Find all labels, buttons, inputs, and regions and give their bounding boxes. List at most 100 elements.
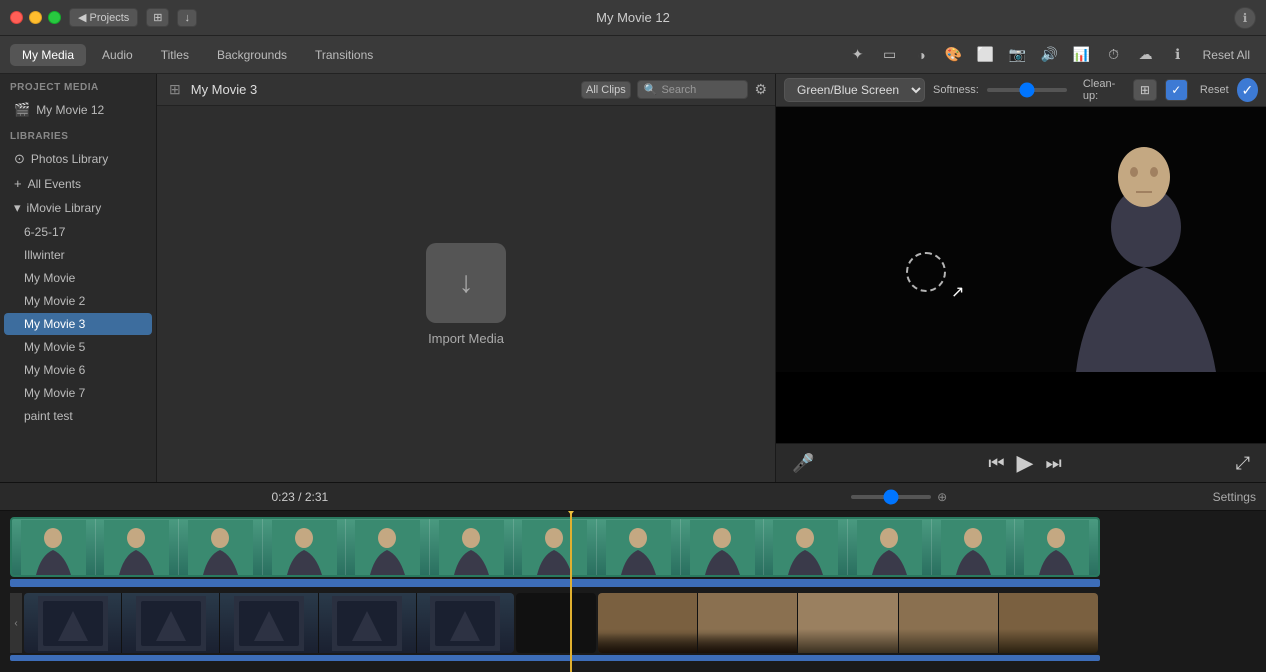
- broll-scroll-left[interactable]: ‹: [10, 593, 22, 653]
- sidebar-item-my-movie-5[interactable]: My Movie 5: [4, 336, 152, 358]
- libraries-title: LIBRARIES: [0, 123, 156, 146]
- rect-icon[interactable]: ▭: [877, 42, 903, 68]
- blob-icon[interactable]: ☁: [1133, 42, 1159, 68]
- broll-section-2[interactable]: [598, 593, 1098, 653]
- sidebar-item-illwinter[interactable]: Illwinter: [4, 244, 152, 266]
- skip-back-button[interactable]: ⏮: [988, 453, 1004, 474]
- project-media-title: PROJECT MEDIA: [0, 74, 156, 97]
- titlebar-left-controls: ◀ Projects ⊞ ↓: [69, 8, 197, 27]
- info-button[interactable]: ℹ: [1234, 7, 1256, 29]
- download-button[interactable]: ↓: [177, 9, 197, 27]
- maximize-button[interactable]: [48, 11, 61, 24]
- playhead-marker: [565, 511, 577, 515]
- media-panel: ⊞ My Movie 3 All Clips 🔍 ⚙ ↓ Import Medi…: [157, 74, 776, 482]
- reset-button[interactable]: Reset: [1200, 84, 1229, 96]
- volume-icon[interactable]: 🔊: [1037, 42, 1063, 68]
- sidebar-mymovie6-label: My Movie 6: [24, 363, 85, 377]
- sidebar-mymovie7-label: My Movie 7: [24, 386, 85, 400]
- playback-controls: 🎤 ⏮ ▶ ⏭ ⤢: [776, 443, 1266, 482]
- sidebar-mymovie5-label: My Movie 5: [24, 340, 85, 354]
- sidebar-item-all-events[interactable]: + All Events: [4, 172, 152, 195]
- video-selection-bar: [10, 579, 1100, 587]
- clips-dropdown[interactable]: All Clips: [581, 81, 631, 99]
- keyer-bar: Green/Blue Screen Softness: Clean-up: ⊞ …: [776, 74, 1266, 107]
- sidebar-item-my-movie-3[interactable]: My Movie 3: [4, 313, 152, 335]
- confirm-button[interactable]: ✓: [1237, 78, 1258, 102]
- window-title: My Movie 12: [596, 10, 670, 25]
- media-panel-title: My Movie 3: [191, 82, 257, 97]
- import-media-button[interactable]: ↓: [426, 243, 506, 323]
- crop-icon[interactable]: ⬜: [973, 42, 999, 68]
- preview-video-frame: [776, 107, 1266, 372]
- playhead: [570, 511, 572, 672]
- gear-icon[interactable]: ⚙: [754, 81, 767, 98]
- close-button[interactable]: [10, 11, 23, 24]
- video-track-row: [10, 517, 1266, 587]
- sidebar-events-label: All Events: [28, 177, 81, 191]
- softness-label: Softness:: [933, 84, 979, 96]
- cleanup-label: Clean-up:: [1083, 78, 1125, 102]
- wand-icon[interactable]: ✦: [845, 42, 871, 68]
- settings-button[interactable]: Settings: [1213, 490, 1256, 504]
- window-controls: [10, 11, 61, 24]
- broll-section-1[interactable]: [24, 593, 514, 653]
- sidebar-item-my-movie-6[interactable]: My Movie 6: [4, 359, 152, 381]
- sidebar-toggle-button[interactable]: ⊞: [165, 81, 185, 98]
- sidebar-item-imovie-library[interactable]: ▾ iMovie Library: [4, 196, 152, 220]
- timecode-current: 0:23: [271, 490, 294, 504]
- sidebar-625-label: 6-25-17: [24, 225, 65, 239]
- media-header: ⊞ My Movie 3 All Clips 🔍 ⚙: [157, 74, 775, 106]
- clock-icon[interactable]: ⏱: [1101, 42, 1127, 68]
- tab-transitions[interactable]: Transitions: [303, 44, 385, 66]
- cleanup-button-1[interactable]: ⊞: [1133, 79, 1156, 101]
- info-tool-icon[interactable]: ℹ: [1165, 42, 1191, 68]
- video-preview: ↗: [776, 107, 1266, 443]
- main-area: PROJECT MEDIA 🎬 My Movie 12 LIBRARIES ⊙ …: [0, 74, 1266, 482]
- minimize-button[interactable]: [29, 11, 42, 24]
- skip-forward-button[interactable]: ⏭: [1045, 453, 1061, 474]
- broll-gap: [516, 593, 596, 653]
- cleanup-grid-icon: ⊞: [1140, 83, 1150, 97]
- broll-selection-bar: [10, 655, 1100, 661]
- zoom-icon: ⊕: [937, 490, 947, 504]
- barchart-icon[interactable]: 📊: [1069, 42, 1095, 68]
- circle-icon[interactable]: ◑: [909, 42, 935, 68]
- media-content: ↓ Import Media: [157, 106, 775, 482]
- zoom-slider[interactable]: [851, 495, 931, 499]
- reset-all-button[interactable]: Reset All: [1197, 46, 1256, 64]
- softness-slider[interactable]: [987, 88, 1067, 92]
- tab-titles[interactable]: Titles: [149, 44, 201, 66]
- sidebar-item-paint-test[interactable]: paint test: [4, 405, 152, 427]
- search-input[interactable]: [661, 84, 741, 96]
- import-arrow-icon: ↓: [459, 266, 474, 300]
- search-box: 🔍: [637, 80, 749, 99]
- sidebar-item-my-movie-2[interactable]: My Movie 2: [4, 290, 152, 312]
- cursor-circle: [906, 252, 946, 292]
- chevron-down-icon: ▾: [14, 200, 21, 216]
- search-icon: 🔍: [644, 83, 658, 96]
- grid-view-button[interactable]: ⊞: [146, 8, 169, 27]
- photos-icon: ⊙: [14, 151, 25, 167]
- timeline-tracks: ‹: [0, 511, 1266, 672]
- projects-button[interactable]: ◀ Projects: [69, 8, 138, 27]
- timeline-header: 0:23 / 2:31 ⊕ Settings: [0, 483, 1266, 511]
- tab-my-media[interactable]: My Media: [10, 44, 86, 66]
- sidebar-item-my-movie-12[interactable]: 🎬 My Movie 12: [4, 98, 152, 122]
- sidebar-mymovie-label: My Movie: [24, 271, 75, 285]
- timecode-separator: /: [298, 490, 305, 504]
- color-icon[interactable]: 🎨: [941, 42, 967, 68]
- import-media-label: Import Media: [428, 331, 504, 346]
- sidebar-item-6-25-17[interactable]: 6-25-17: [4, 221, 152, 243]
- sidebar-item-photos-library[interactable]: ⊙ Photos Library: [4, 147, 152, 171]
- microphone-button[interactable]: 🎤: [792, 453, 814, 474]
- video-track[interactable]: [10, 517, 1100, 577]
- tab-backgrounds[interactable]: Backgrounds: [205, 44, 299, 66]
- sidebar-item-my-movie[interactable]: My Movie: [4, 267, 152, 289]
- keyer-dropdown[interactable]: Green/Blue Screen: [784, 78, 925, 102]
- fullscreen-button[interactable]: ⤢: [1236, 453, 1250, 474]
- sidebar-item-my-movie-7[interactable]: My Movie 7: [4, 382, 152, 404]
- play-button[interactable]: ▶: [1017, 450, 1034, 476]
- camera-icon[interactable]: 📷: [1005, 42, 1031, 68]
- cleanup-button-2[interactable]: ✓: [1165, 79, 1188, 101]
- tab-audio[interactable]: Audio: [90, 44, 145, 66]
